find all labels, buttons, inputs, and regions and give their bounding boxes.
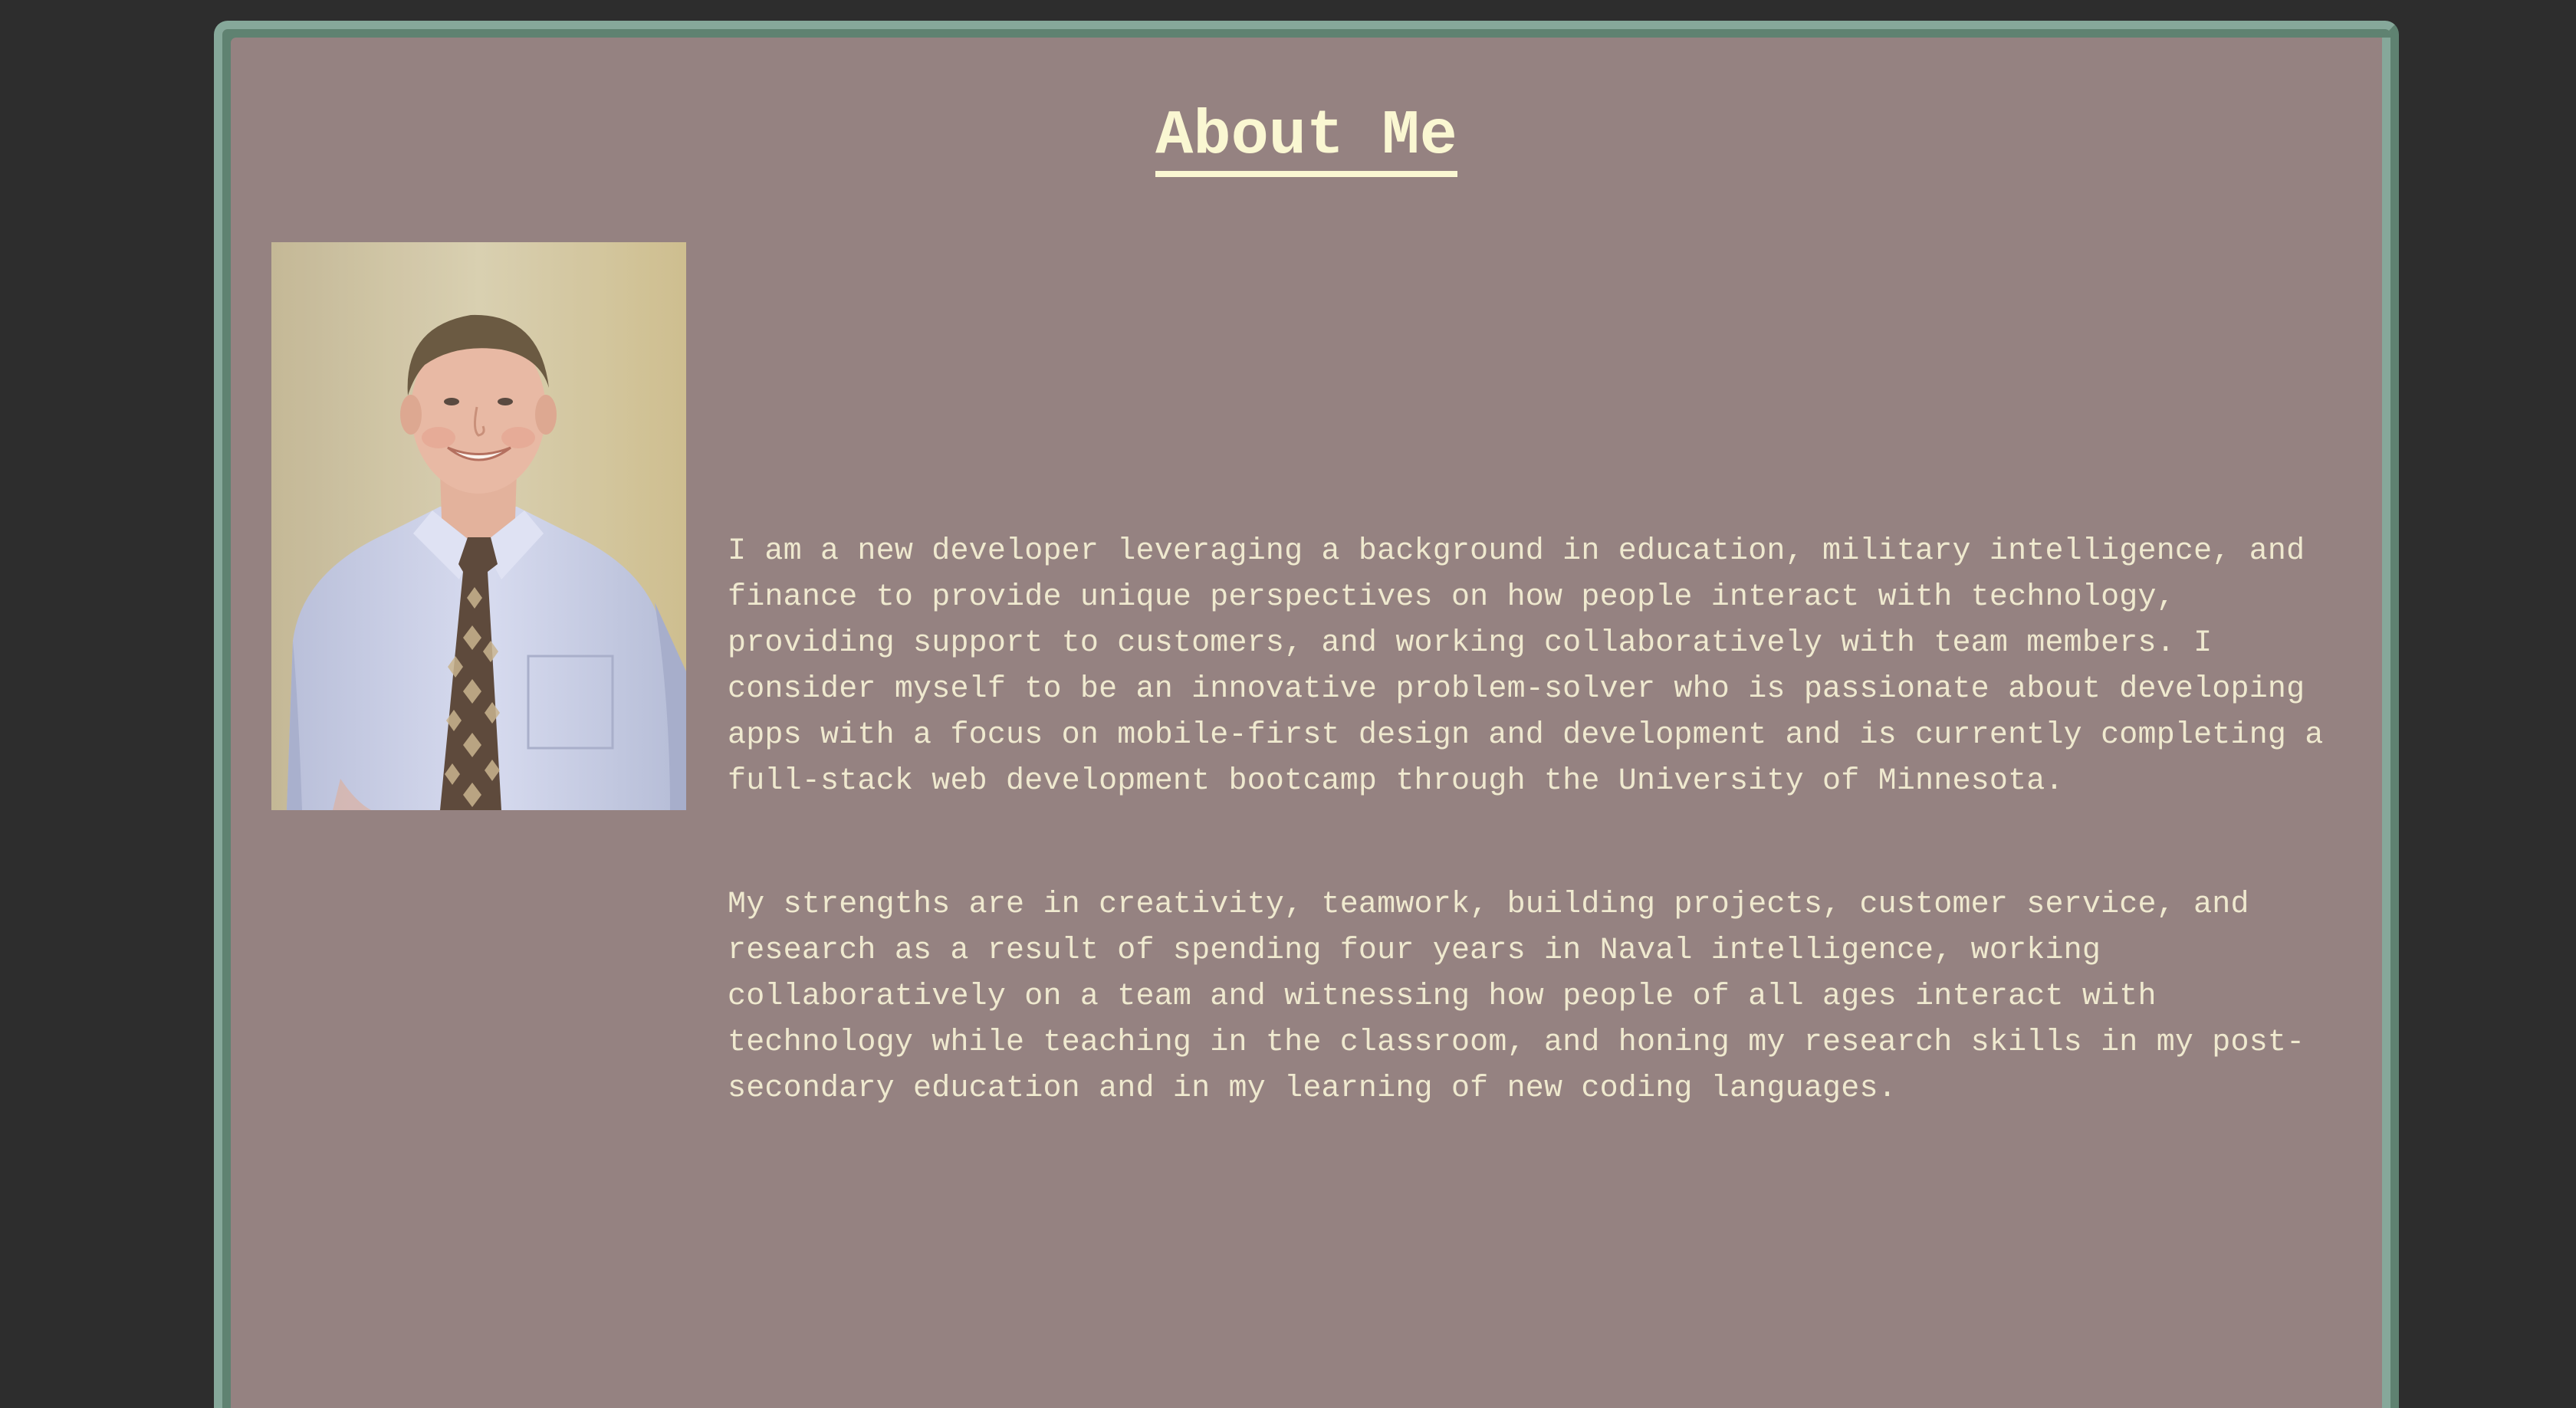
profile-photo-illustration — [271, 242, 686, 810]
page-title-text: About Me — [1155, 102, 1457, 177]
intro-paragraph: I am a new developer leveraging a backgr… — [728, 534, 2324, 799]
strengths-paragraph: My strengths are in creativity, teamwork… — [728, 888, 2305, 1106]
page-title: About Me — [222, 98, 2390, 177]
about-me-panel: About Me I am a new developer leveraging… — [214, 21, 2399, 1408]
profile-photo — [271, 242, 686, 810]
